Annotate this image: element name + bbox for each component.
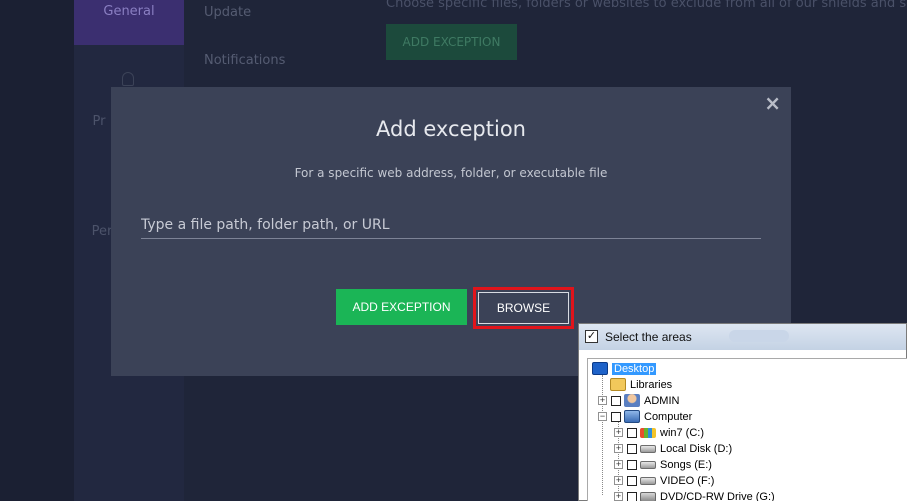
tree-label: VIDEO (F:) [660, 474, 715, 487]
tree-item-desktop[interactable]: Desktop [592, 361, 657, 376]
tree-checkbox[interactable] [627, 491, 637, 501]
browse-highlight-box: BROWSE [473, 287, 574, 329]
tree-item-drive-f[interactable]: + VIDEO (F:) [614, 473, 714, 488]
background-add-exception-button[interactable]: ADD EXCEPTION [386, 24, 517, 60]
tree-checkbox[interactable] [627, 443, 637, 454]
tree-label: win7 (C:) [660, 426, 705, 439]
titlebar-glow [729, 330, 789, 342]
windows-drive-icon [640, 427, 656, 438]
tree-label: DVD/CD-RW Drive (G:) [660, 490, 775, 501]
expand-icon[interactable]: + [614, 444, 623, 453]
tree-label: Desktop [612, 362, 657, 375]
folder-tree: Desktop Libraries + ADMIN − Computer + w… [587, 358, 907, 501]
section-update[interactable]: Update [204, 5, 251, 20]
tree-label: ADMIN [644, 394, 680, 407]
tree-item-drive-e[interactable]: + Songs (E:) [614, 457, 712, 472]
hard-drive-icon [640, 476, 656, 485]
path-input[interactable] [141, 211, 761, 239]
tree-item-drive-c[interactable]: + win7 (C:) [614, 425, 704, 440]
expand-icon[interactable]: + [614, 476, 623, 485]
tree-item-drive-d[interactable]: + Local Disk (D:) [614, 441, 732, 456]
expand-icon[interactable]: + [614, 428, 623, 437]
tree-checkbox[interactable] [627, 475, 637, 486]
select-areas-window: ✓ Select the areas Desktop Libraries + A… [578, 323, 907, 501]
desktop-icon [592, 362, 608, 375]
collapse-icon[interactable]: − [598, 412, 607, 421]
hard-drive-icon [640, 460, 656, 469]
section-notifications[interactable]: Notifications [204, 53, 285, 68]
dialog-title: Add exception [376, 117, 526, 141]
dialog-subtitle: For a specific web address, folder, or e… [294, 166, 608, 180]
tree-label: Songs (E:) [660, 458, 712, 471]
user-folder-icon [624, 394, 640, 407]
exceptions-description: Choose specific files, folders or websit… [386, 0, 907, 11]
libraries-icon [610, 378, 626, 391]
tree-label: Computer [644, 410, 693, 423]
expand-icon[interactable]: + [598, 396, 607, 405]
window-title: Select the areas [605, 330, 692, 344]
tree-checkbox[interactable] [611, 411, 621, 422]
lock-icon [122, 72, 134, 86]
window-titlebar[interactable]: ✓ Select the areas [579, 324, 906, 350]
tree-checkbox[interactable] [611, 395, 621, 406]
tree-item-drive-g[interactable]: + DVD/CD-RW Drive (G:) [614, 489, 775, 501]
tree-label: Local Disk (D:) [660, 442, 733, 455]
add-exception-button[interactable]: ADD EXCEPTION [336, 289, 467, 325]
tree-item-admin[interactable]: + ADMIN [598, 393, 679, 408]
tree-label: Libraries [630, 378, 673, 391]
expand-icon[interactable]: + [614, 460, 623, 469]
dvd-drive-icon [640, 491, 656, 501]
computer-icon [624, 410, 640, 423]
tree-item-libraries[interactable]: Libraries [610, 377, 672, 392]
window-check-icon: ✓ [585, 330, 598, 343]
hard-drive-icon [640, 444, 656, 453]
app-left-rail [0, 0, 74, 501]
subnav-item-general[interactable]: General [74, 0, 184, 45]
tree-checkbox[interactable] [627, 427, 637, 438]
tree-item-computer[interactable]: − Computer [598, 409, 692, 424]
expand-icon[interactable]: + [614, 492, 623, 501]
tree-checkbox[interactable] [627, 459, 637, 470]
browse-button[interactable]: BROWSE [478, 292, 569, 324]
close-icon[interactable]: × [764, 93, 781, 113]
